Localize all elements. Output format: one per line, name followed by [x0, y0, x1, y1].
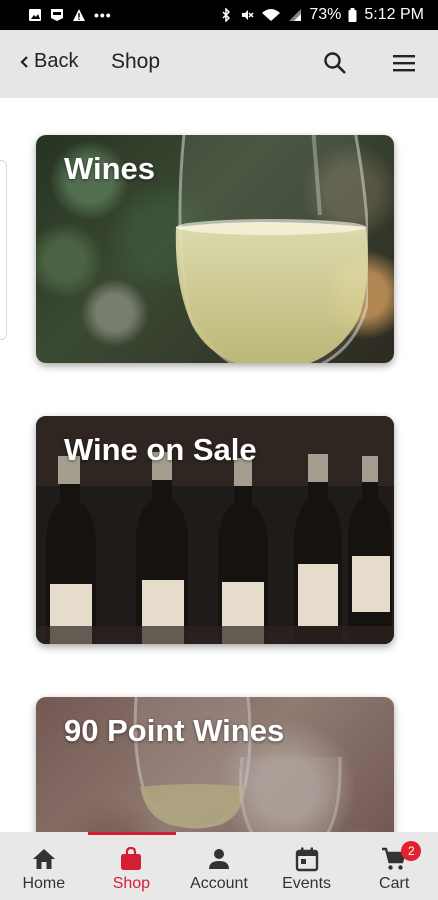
nav-label-home: Home — [22, 875, 66, 892]
signal-icon — [289, 9, 302, 21]
nav-label-shop: Shop — [112, 875, 151, 892]
category-card-90-point-wines[interactable]: 90 Point Wines — [36, 697, 394, 832]
nav-label-cart: Cart — [379, 875, 410, 892]
image-icon — [29, 9, 41, 21]
back-button[interactable]: Back — [18, 50, 78, 73]
back-label: Back — [34, 50, 79, 72]
nav-item-cart[interactable]: 2 Cart — [350, 832, 438, 900]
status-right: 73% 5:12 PM — [219, 6, 424, 24]
battery-icon — [348, 8, 357, 22]
status-bar: ••• 73% 5:12 PM — [0, 0, 438, 30]
category-card-wine-on-sale[interactable]: Wine on Sale — [36, 416, 394, 644]
wifi-icon — [262, 9, 281, 21]
calendar-icon — [295, 847, 318, 872]
status-left: ••• — [28, 7, 112, 23]
nav-label-events: Events — [282, 875, 332, 892]
nfl-icon — [51, 9, 63, 21]
side-drawer-tab[interactable] — [0, 160, 7, 340]
bluetooth-icon — [222, 8, 231, 22]
person-icon — [208, 849, 229, 869]
nav-item-home[interactable]: Home — [0, 832, 88, 900]
nav-item-account[interactable]: Account — [175, 832, 263, 900]
cart-count-badge: 2 — [401, 841, 422, 861]
app-bar: Back Shop — [0, 30, 438, 98]
battery-percent: 73% — [309, 6, 342, 23]
wine-glass-image — [175, 135, 368, 363]
warning-icon — [73, 9, 85, 21]
category-card-wines[interactable]: Wines — [36, 135, 394, 363]
nav-item-events[interactable]: Events — [263, 832, 351, 900]
page-title: Shop — [111, 50, 161, 73]
clock: 5:12 PM — [364, 6, 424, 23]
shop-content: Wines Wine on Sale 90 Point Wines — [0, 98, 438, 832]
nav-item-shop[interactable]: Shop — [88, 832, 176, 900]
more-dots-icon: ••• — [94, 7, 112, 23]
card-title-wines: Wines — [64, 151, 156, 186]
home-icon — [32, 849, 55, 869]
shopping-bag-icon — [121, 846, 142, 870]
bottom-navigation: Home Shop Account Events 2 Cart — [0, 832, 438, 900]
nav-label-account: Account — [190, 875, 248, 892]
mute-icon — [242, 10, 254, 20]
card-title-wine-on-sale: Wine on Sale — [64, 432, 257, 467]
card-title-90-point-wines: 90 Point Wines — [64, 713, 285, 748]
menu-icon[interactable] — [391, 51, 417, 75]
chevron-left-icon — [20, 55, 28, 68]
search-icon[interactable] — [322, 50, 348, 76]
